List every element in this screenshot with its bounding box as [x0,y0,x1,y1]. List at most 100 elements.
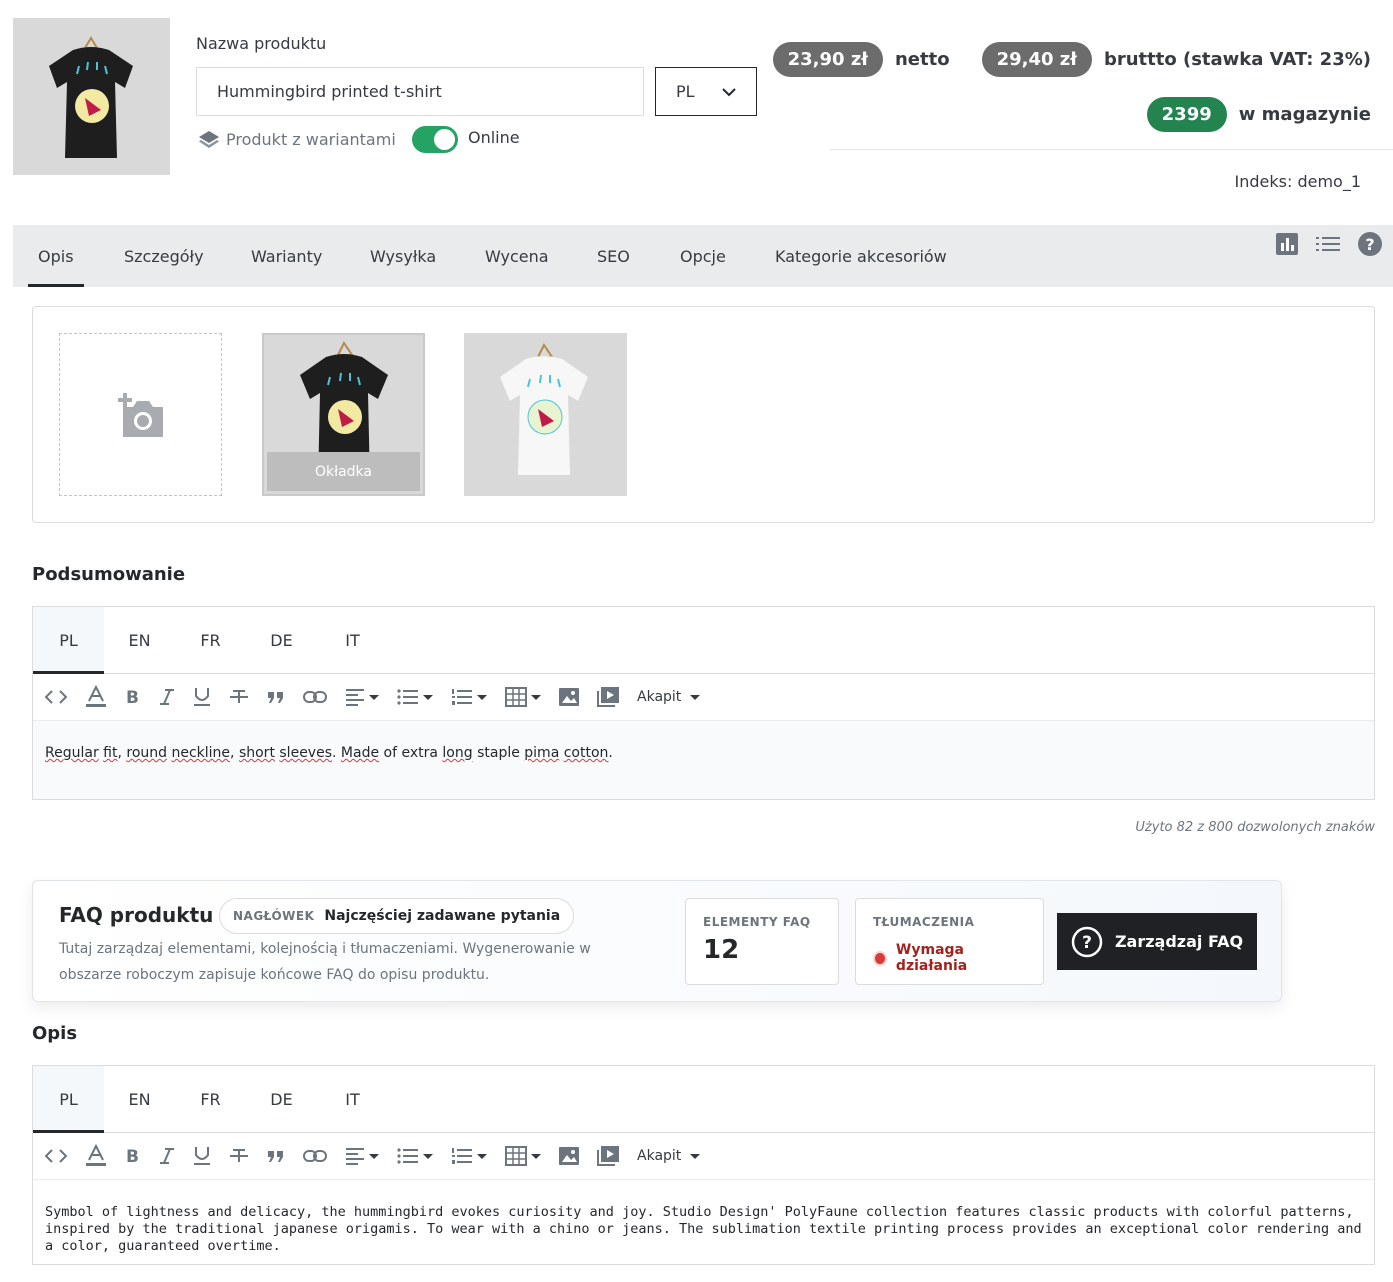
link-button[interactable] [303,690,327,704]
description-lang-tab-en[interactable]: EN [104,1066,175,1132]
bold-button[interactable]: B [125,1147,141,1165]
quote-button[interactable] [267,1149,285,1163]
description-lang-tab-de[interactable]: DE [246,1066,317,1132]
summary-editor: PL EN FR DE IT B Akapit Regular fit, rou… [32,606,1375,800]
faq-title: FAQ produktu [59,903,214,927]
online-toggle[interactable] [412,126,458,153]
bullet-list-icon [397,1148,418,1164]
text-color-button[interactable] [85,685,107,709]
language-select[interactable]: PL [655,67,757,116]
table-dropdown[interactable] [505,1146,541,1166]
tab-opcje[interactable]: Opcje [680,225,726,287]
description-toolbar: B Akapit [33,1133,1374,1180]
strikethrough-icon [230,1149,248,1162]
insert-image-button[interactable] [559,688,579,706]
bold-icon: B [126,688,139,706]
list-icon[interactable] [1315,232,1341,256]
bullet-list-dropdown[interactable] [397,1147,433,1165]
numbered-list-dropdown[interactable] [451,1147,487,1165]
numbered-list-icon [452,1148,472,1164]
paragraph-style-dropdown[interactable]: Akapit [637,1148,701,1164]
svg-text:?: ? [1365,235,1374,254]
paragraph-style-dropdown[interactable]: Akapit [637,689,701,705]
manage-faq-button[interactable]: ? Zarządzaj FAQ [1057,913,1257,970]
insert-media-button[interactable] [597,687,619,707]
strikethrough-button[interactable] [229,688,249,706]
align-dropdown[interactable] [345,1147,379,1165]
bullet-list-dropdown[interactable] [397,688,433,706]
tab-opis[interactable]: Opis [28,225,83,287]
description-lang-tab-pl[interactable]: PL [33,1066,104,1133]
numbered-list-icon [452,689,472,705]
quote-icon [268,1151,283,1162]
tab-wycena[interactable]: Wycena [485,225,549,287]
quote-button[interactable] [267,690,285,704]
faq-translations-label: TŁUMACZENIA [873,915,975,929]
product-index: Indeks: demo_1 [1234,172,1362,191]
link-button[interactable] [303,1149,327,1163]
gross-price-pill: 29,40 zł [981,42,1092,77]
product-tabs: Opis Szczegóły Warianty Wysyłka Wycena S… [13,225,1393,287]
faq-header-badge: NAGŁÓWEK Najczęściej zadawane pytania [219,898,575,934]
svg-text:B: B [126,1147,139,1165]
cover-label: Okładka [267,452,420,491]
tab-warianty[interactable]: Warianty [251,225,322,287]
summary-lang-tab-pl[interactable]: PL [33,607,104,674]
tab-szczegoly[interactable]: Szczegóły [124,225,204,287]
gross-label: bruttto (stawka VAT: 23%) [1103,49,1371,70]
help-icon[interactable]: ? [1357,231,1383,257]
online-label: Online [468,128,520,147]
price-row: 23,90 zł netto 29,40 zł bruttto (stawka … [772,42,1371,77]
summary-lang-tab-en[interactable]: EN [104,607,175,673]
faq-badge-key: NAGŁÓWEK [233,909,315,923]
italic-icon [160,689,174,705]
tab-seo[interactable]: SEO [597,225,630,287]
product-image-black[interactable]: Okładka [262,333,425,496]
insert-image-button[interactable] [559,1147,579,1165]
text-color-button[interactable] [85,1144,107,1168]
variants-label: Produkt z wariantami [226,129,396,149]
variants-indicator[interactable]: Produkt z wariantami [198,128,396,150]
align-dropdown[interactable] [345,688,379,706]
align-left-icon [346,689,364,706]
svg-text:?: ? [1082,933,1092,953]
description-editor: PL EN FR DE IT B Akapit Symbol of lightn… [32,1065,1375,1265]
underline-button[interactable] [193,687,211,707]
summary-lang-tab-de[interactable]: DE [246,607,317,673]
net-label: netto [894,49,950,70]
bold-button[interactable]: B [125,688,141,706]
italic-button[interactable] [159,1147,175,1165]
product-image-white[interactable] [464,333,627,496]
faq-elements-count: 12 [703,935,740,965]
summary-content[interactable]: Regular fit, round neckline, short sleev… [33,721,1374,799]
tab-kategorie-akcesoriow[interactable]: Kategorie akcesoriów [775,225,947,287]
insert-media-button[interactable] [597,1146,619,1166]
code-view-button[interactable] [45,1148,67,1164]
paragraph-style-label: Akapit [637,689,682,705]
summary-lang-tab-fr[interactable]: FR [175,607,246,673]
description-lang-tab-it[interactable]: IT [317,1066,388,1132]
italic-icon [160,1148,174,1164]
table-dropdown[interactable] [505,687,541,707]
add-image-button[interactable] [59,333,222,496]
underline-icon [194,688,210,706]
description-content[interactable]: Symbol of lightness and delicacy, the hu… [33,1180,1374,1264]
faq-translations-stat: TŁUMACZENIA Wymaga działania [855,898,1044,985]
code-view-button[interactable] [45,689,67,705]
summary-lang-tab-it[interactable]: IT [317,607,388,673]
manage-faq-label: Zarządzaj FAQ [1114,932,1244,951]
media-icon [597,1146,619,1166]
tab-wysylka[interactable]: Wysyłka [370,225,436,287]
strikethrough-button[interactable] [229,1147,249,1165]
numbered-list-dropdown[interactable] [451,688,487,706]
italic-button[interactable] [159,688,175,706]
chevron-down-icon [722,87,736,96]
chart-icon[interactable] [1275,232,1299,256]
product-images: Okładka [32,306,1375,523]
product-name-label: Nazwa produktu [196,34,327,53]
product-name-input[interactable]: Hummingbird printed t-shirt [196,67,644,116]
description-lang-tab-fr[interactable]: FR [175,1066,246,1132]
underline-button[interactable] [193,1146,211,1166]
underline-icon [194,1147,210,1165]
faq-elements-label: ELEMENTY FAQ [703,915,811,929]
